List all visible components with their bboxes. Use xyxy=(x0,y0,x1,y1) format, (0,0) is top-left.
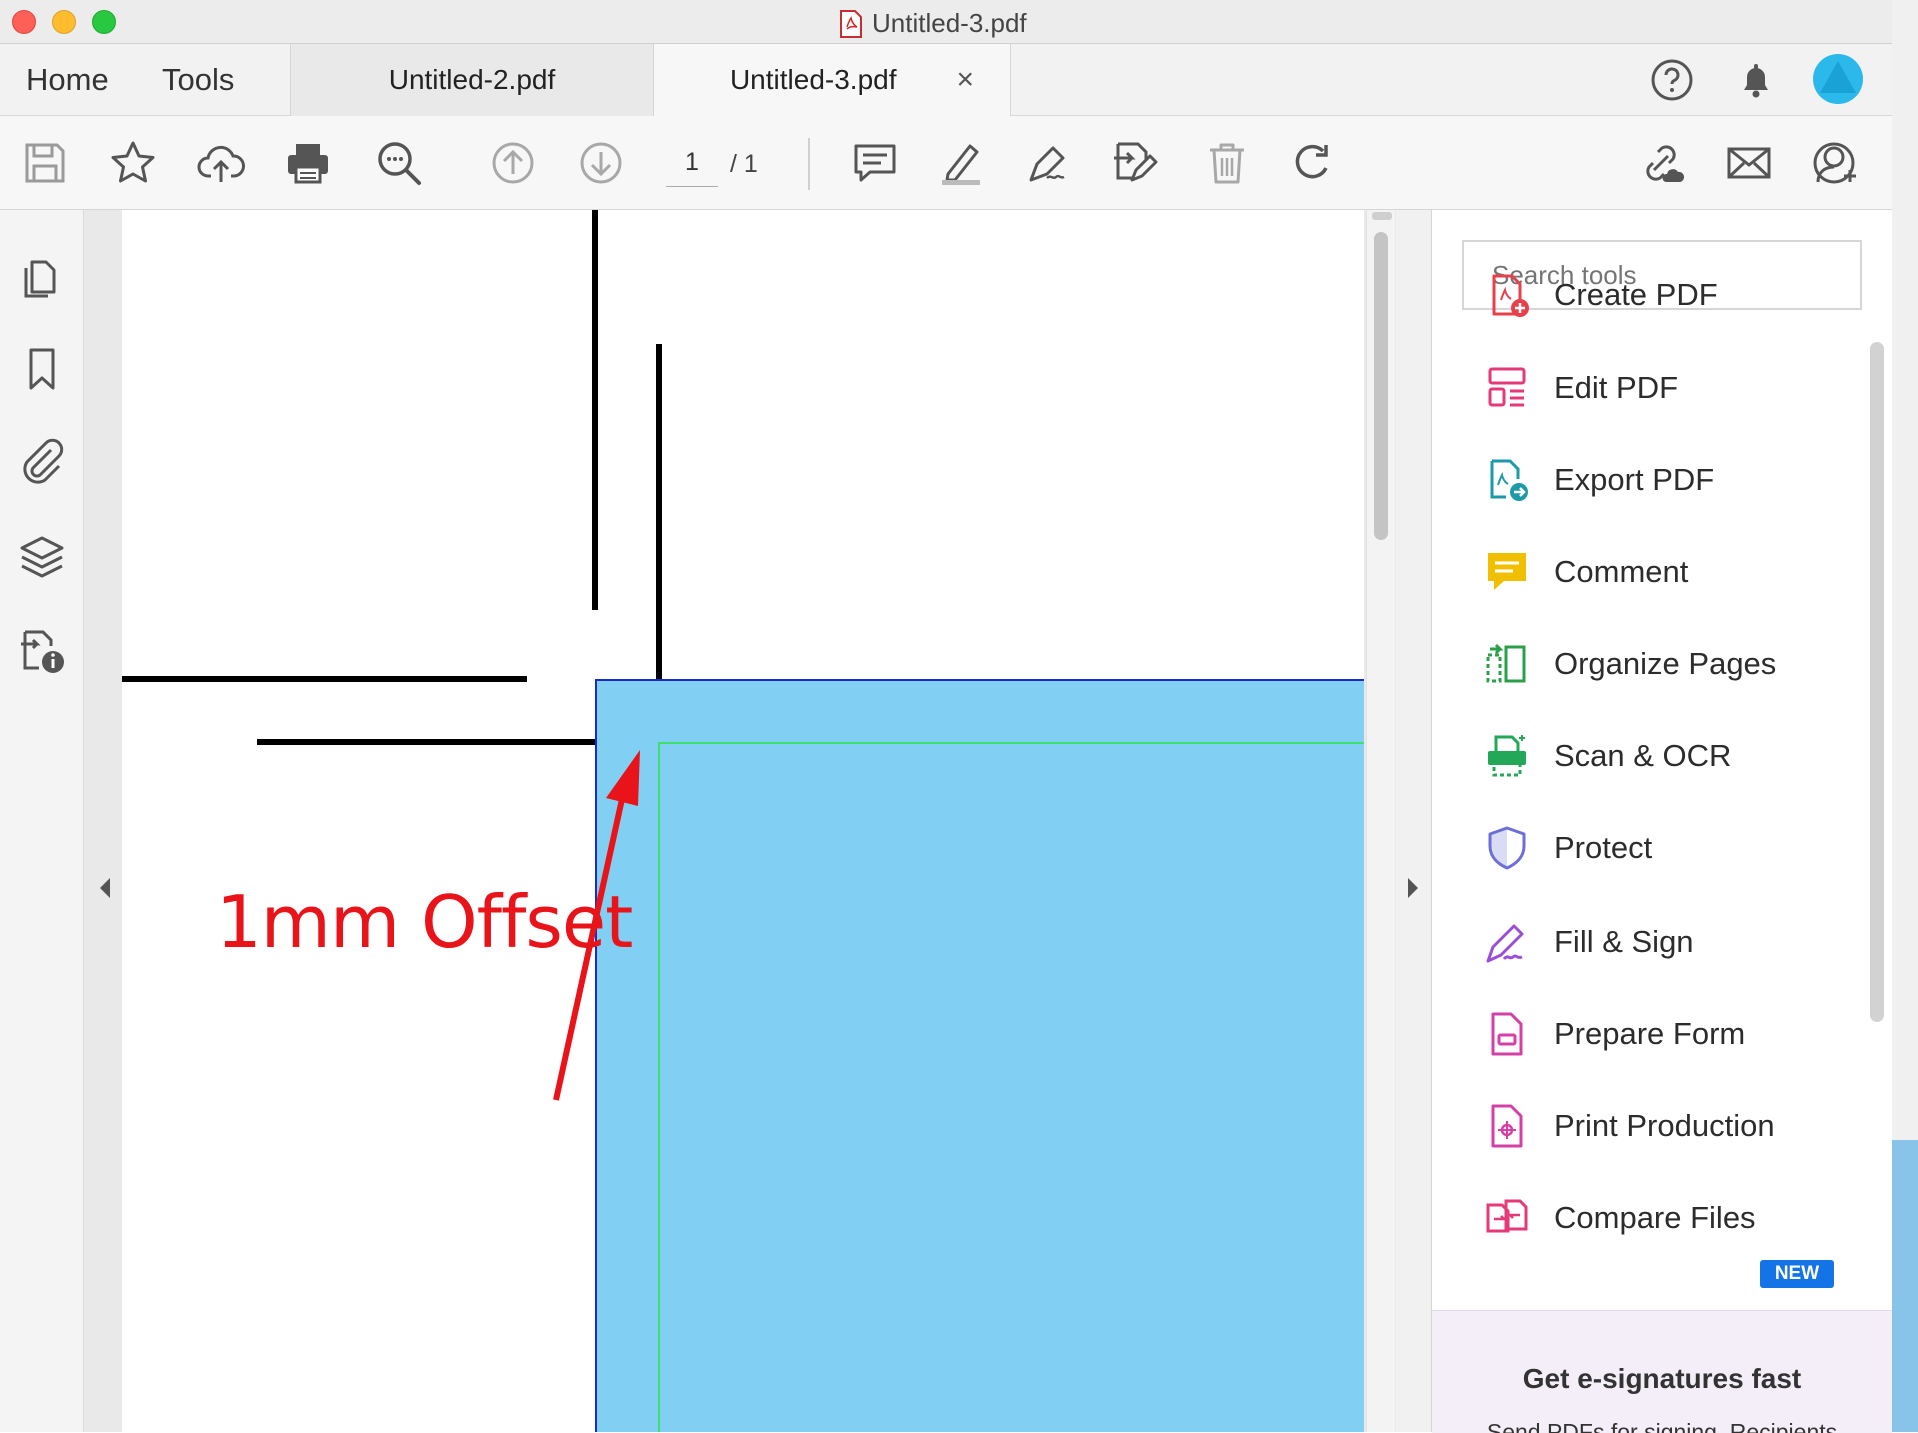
tool-item-label: Export PDF xyxy=(1554,462,1715,497)
document-properties-icon[interactable] xyxy=(17,626,67,676)
tab-close-button[interactable]: × xyxy=(957,63,975,97)
scrollbar-up[interactable] xyxy=(1372,212,1392,220)
fill-sign-icon xyxy=(1486,924,1524,963)
notifications-bell-icon[interactable] xyxy=(1734,58,1778,102)
highlight-icon[interactable] xyxy=(936,138,986,188)
nav-home[interactable]: Home xyxy=(26,62,109,98)
offset-annotation-label: 1mm Offset xyxy=(216,880,633,964)
star-bookmark-icon[interactable] xyxy=(108,138,158,188)
minimize-window-button[interactable] xyxy=(52,10,76,34)
tools-scrollbar-thumb[interactable] xyxy=(1870,342,1884,1022)
rotate-icon[interactable] xyxy=(1288,138,1338,188)
tab-label: Untitled-2.pdf xyxy=(388,64,556,95)
scrollbar-thumb[interactable] xyxy=(1374,232,1388,540)
comment-icon xyxy=(1488,553,1526,590)
add-comment-icon[interactable] xyxy=(850,138,900,188)
tool-item-label: Create PDF xyxy=(1554,277,1718,312)
tool-item-edit-pdf[interactable]: Edit PDF xyxy=(1482,358,1862,418)
tool-item-fill-sign[interactable]: Fill & Sign xyxy=(1482,912,1862,972)
email-icon[interactable] xyxy=(1724,138,1774,188)
add-user-icon[interactable] xyxy=(1812,138,1862,188)
tool-item-label: Protect xyxy=(1554,830,1653,865)
trim-box-outline xyxy=(658,742,1364,1432)
user-avatar[interactable] xyxy=(1812,53,1864,105)
collapse-right-panel-icon[interactable] xyxy=(1404,874,1422,902)
page-thumbnails-icon[interactable] xyxy=(17,252,67,302)
pdf-page: 1mm Offset xyxy=(122,210,1364,1432)
crop-mark-horizontal xyxy=(122,676,527,682)
tool-item-label: Organize Pages xyxy=(1554,646,1777,681)
protect-icon xyxy=(1488,826,1526,870)
tool-item-compare-files[interactable]: Compare Files xyxy=(1482,1188,1862,1248)
title-bar: Untitled-3.pdf xyxy=(0,0,1892,44)
background-window-edge xyxy=(1892,0,1918,1432)
print-icon[interactable] xyxy=(283,138,333,188)
new-badge: NEW xyxy=(1760,1260,1834,1288)
tab-untitled-3[interactable]: Untitled-3.pdf × xyxy=(653,44,1011,116)
promo-title: Get e-signatures fast xyxy=(1522,1363,1802,1394)
close-window-button[interactable] xyxy=(12,10,36,34)
print-production-icon xyxy=(1491,1104,1523,1148)
tool-item-label: Print Production xyxy=(1554,1108,1775,1143)
tool-item-label: Scan & OCR xyxy=(1554,738,1732,773)
collapse-left-panel-icon[interactable] xyxy=(96,874,114,902)
organize-pages-icon xyxy=(1486,643,1526,683)
bookmarks-icon[interactable] xyxy=(17,344,67,394)
scan-ocr-icon xyxy=(1488,735,1526,777)
edit-pdf-icon xyxy=(1488,367,1526,407)
export-pdf-icon xyxy=(1490,459,1528,501)
cloud-upload-icon[interactable] xyxy=(196,138,246,188)
tool-item-label: Fill & Sign xyxy=(1554,924,1694,959)
tools-panel: Create PDF Edit PDF Export PDF Comment Organ… xyxy=(1431,210,1892,1433)
tool-item-create-pdf[interactable]: Create PDF xyxy=(1482,265,1862,325)
next-page-icon[interactable] xyxy=(576,138,626,188)
left-navigation-rail xyxy=(0,210,84,1432)
window-title-text: Untitled-3.pdf xyxy=(872,8,1027,38)
promo-text: Send PDFs for signing. Recipients xyxy=(1486,1419,1838,1433)
toolbar-divider xyxy=(808,138,810,190)
tab-bar: Home Tools Untitled-2.pdf Untitled-3.pdf… xyxy=(0,44,1892,116)
tool-item-export-pdf[interactable]: Export PDF xyxy=(1482,450,1862,510)
prepare-form-icon xyxy=(1491,1012,1523,1056)
attachments-paperclip-icon[interactable] xyxy=(17,436,67,486)
tab-untitled-2[interactable]: Untitled-2.pdf xyxy=(290,44,653,116)
draw-pen-icon[interactable] xyxy=(1023,138,1073,188)
right-panel-toggle-strip xyxy=(1396,210,1431,1432)
previous-page-icon[interactable] xyxy=(488,138,538,188)
tool-item-print-production[interactable]: Print Production xyxy=(1482,1096,1862,1156)
delete-trash-icon[interactable] xyxy=(1202,138,1252,188)
nav-tools[interactable]: Tools xyxy=(162,62,234,98)
background-window-fill xyxy=(1892,1140,1918,1432)
zoom-search-icon[interactable] xyxy=(374,138,424,188)
save-icon[interactable] xyxy=(20,138,70,188)
layers-icon[interactable] xyxy=(17,532,67,582)
tool-item-scan-ocr[interactable]: Scan & OCR xyxy=(1482,726,1862,786)
document-scrollbar-track[interactable] xyxy=(1366,210,1395,1432)
tool-item-label: Compare Files xyxy=(1554,1200,1756,1235)
crop-mark-vertical xyxy=(656,344,662,680)
edit-text-icon[interactable] xyxy=(1110,138,1160,188)
tab-label: Untitled-3.pdf xyxy=(729,64,897,95)
esign-promo[interactable]: Get e-signatures fast Send PDFs for sign… xyxy=(1432,1310,1892,1433)
window-title: Untitled-3.pdf xyxy=(840,8,1027,39)
toolbar: 1 / 1 xyxy=(0,116,1892,210)
compare-files-icon xyxy=(1486,1199,1528,1233)
help-icon[interactable] xyxy=(1650,58,1694,102)
share-link-icon[interactable] xyxy=(1636,138,1686,188)
create-pdf-icon xyxy=(1492,274,1529,317)
tool-item-organize-pages[interactable]: Organize Pages xyxy=(1482,634,1862,694)
pdf-file-icon xyxy=(840,9,862,38)
tool-item-label: Prepare Form xyxy=(1554,1016,1746,1051)
crop-mark-vertical xyxy=(592,210,598,610)
tool-item-prepare-form[interactable]: Prepare Form xyxy=(1482,1004,1862,1064)
tool-item-label: Edit PDF xyxy=(1554,370,1679,405)
tool-item-label: Comment xyxy=(1554,554,1689,589)
tool-item-protect[interactable]: Protect xyxy=(1482,818,1862,878)
page-number-input[interactable]: 1 xyxy=(666,148,718,187)
zoom-window-button[interactable] xyxy=(92,10,116,34)
tool-item-comment[interactable]: Comment xyxy=(1482,542,1862,602)
page-total: / 1 xyxy=(730,150,758,178)
